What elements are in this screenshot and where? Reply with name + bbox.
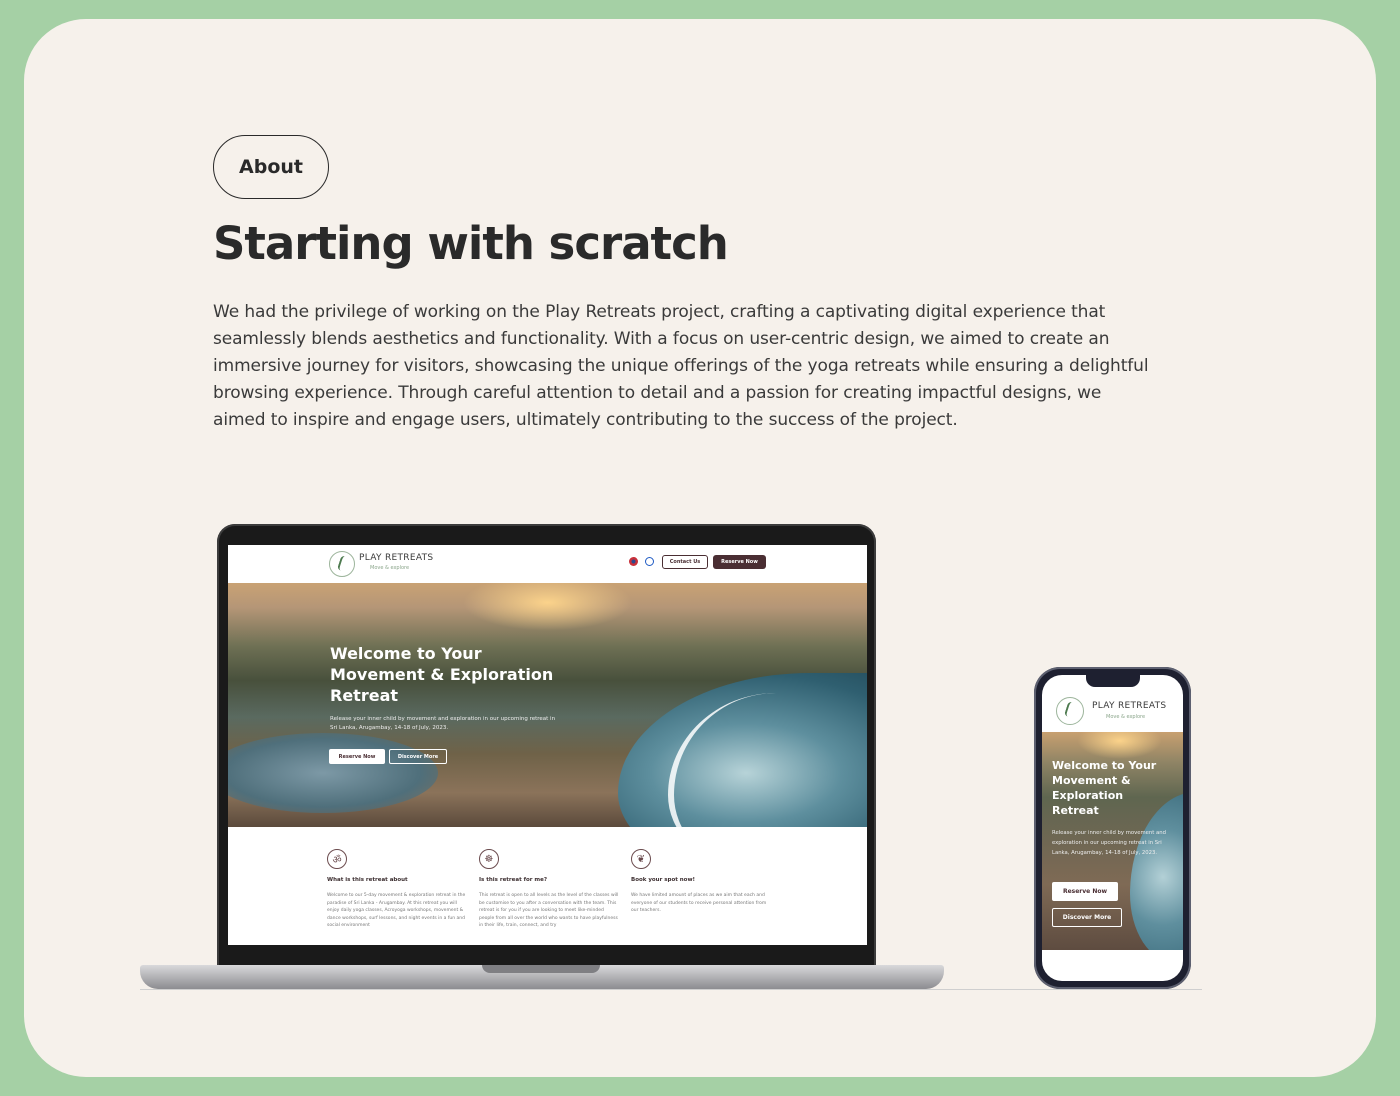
phone-hero-banner: Welcome to Your Movement & Exploration R… — [1042, 732, 1183, 950]
feature-card: ❦ Book your spot now! We have limited am… — [631, 849, 771, 915]
feature-title: Book your spot now! — [631, 877, 696, 883]
feature-title: Is this retreat for me? — [479, 877, 548, 883]
about-tag: About — [213, 135, 329, 199]
feature-card: ☸ Is this retreat for me? This retreat i… — [479, 849, 619, 930]
hero-title-line: Retreat — [1052, 804, 1099, 817]
hero-banner: Welcome to Your Movement & Exploration R… — [228, 583, 867, 827]
meditation-icon: ☸ — [479, 849, 499, 869]
feature-card: ॐ What is this retreat about Welcome to … — [327, 849, 467, 930]
hero-text: Release your inner child by movement and… — [330, 716, 556, 731]
paragraph-line: immersive journey for visitors, showcasi… — [213, 356, 1149, 376]
phone-screen: PLAY RETREATS Move & explore Welcome to … — [1042, 675, 1183, 981]
hero-title-line: Exploration — [1052, 789, 1124, 802]
floor-shadow-line — [140, 989, 1202, 990]
phone-hero-title: Welcome to Your Movement & Exploration R… — [1052, 758, 1182, 818]
laptop-screen: PLAY RETREATS Move & explore Contact Us … — [228, 545, 867, 945]
phone-discover-button[interactable]: Discover More — [1052, 908, 1122, 927]
section-heading: Starting with scratch — [213, 217, 729, 270]
laptop-trackpad-notch — [482, 965, 600, 973]
hero-title-line: Welcome to Your — [330, 644, 482, 663]
hero-reserve-button[interactable]: Reserve Now — [329, 749, 385, 764]
section-paragraph: We had the privilege of working on the P… — [213, 299, 1183, 434]
hero-title-line: Retreat — [330, 686, 399, 705]
feature-title: What is this retreat about — [327, 877, 408, 883]
phone-hero-text: Release your inner child by movement and… — [1052, 830, 1167, 856]
lotus-icon: ❦ — [631, 849, 651, 869]
paragraph-line: seamlessly blends aesthetics and functio… — [213, 329, 1110, 349]
logo-title: PLAY RETREATS — [359, 553, 434, 563]
paragraph-line: aimed to inspire and engage users, ultim… — [213, 410, 958, 430]
paragraph-line: We had the privilege of working on the P… — [213, 302, 1106, 322]
site-header: PLAY RETREATS Move & explore Contact Us … — [228, 545, 867, 583]
logo-icon — [1056, 697, 1084, 725]
logo-tagline: Move & explore — [370, 565, 410, 571]
about-section-card: About Starting with scratch We had the p… — [24, 19, 1376, 1077]
hero-title-line: Welcome to Your — [1052, 759, 1157, 772]
phone-notch — [1086, 675, 1140, 687]
feature-text: This retreat is open to all levels as th… — [479, 893, 619, 929]
lagoon-shape — [228, 733, 438, 813]
hero-discover-button[interactable]: Discover More — [389, 749, 447, 764]
us-flag-icon[interactable] — [629, 557, 638, 566]
reserve-now-button[interactable]: Reserve Now — [713, 555, 766, 569]
israel-flag-icon[interactable] — [645, 557, 654, 566]
logo-icon — [329, 551, 355, 577]
features-section: ॐ What is this retreat about Welcome to … — [228, 827, 867, 945]
phone-reserve-button[interactable]: Reserve Now — [1052, 882, 1118, 901]
hero-title: Welcome to Your Movement & Exploration R… — [330, 643, 590, 706]
contact-us-button[interactable]: Contact Us — [662, 555, 708, 569]
logo-title: PLAY RETREATS — [1092, 701, 1167, 711]
feature-text: Welcome to our 5-day movement & explorat… — [327, 893, 466, 929]
om-icon: ॐ — [327, 849, 347, 869]
logo-tagline: Move & explore — [1106, 714, 1146, 720]
hero-title-line: Movement & — [1052, 774, 1131, 787]
paragraph-line: browsing experience. Through careful att… — [213, 383, 1102, 403]
hero-title-line: Movement & Exploration — [330, 665, 554, 684]
feature-text: We have limited amount of places as we a… — [631, 893, 767, 914]
